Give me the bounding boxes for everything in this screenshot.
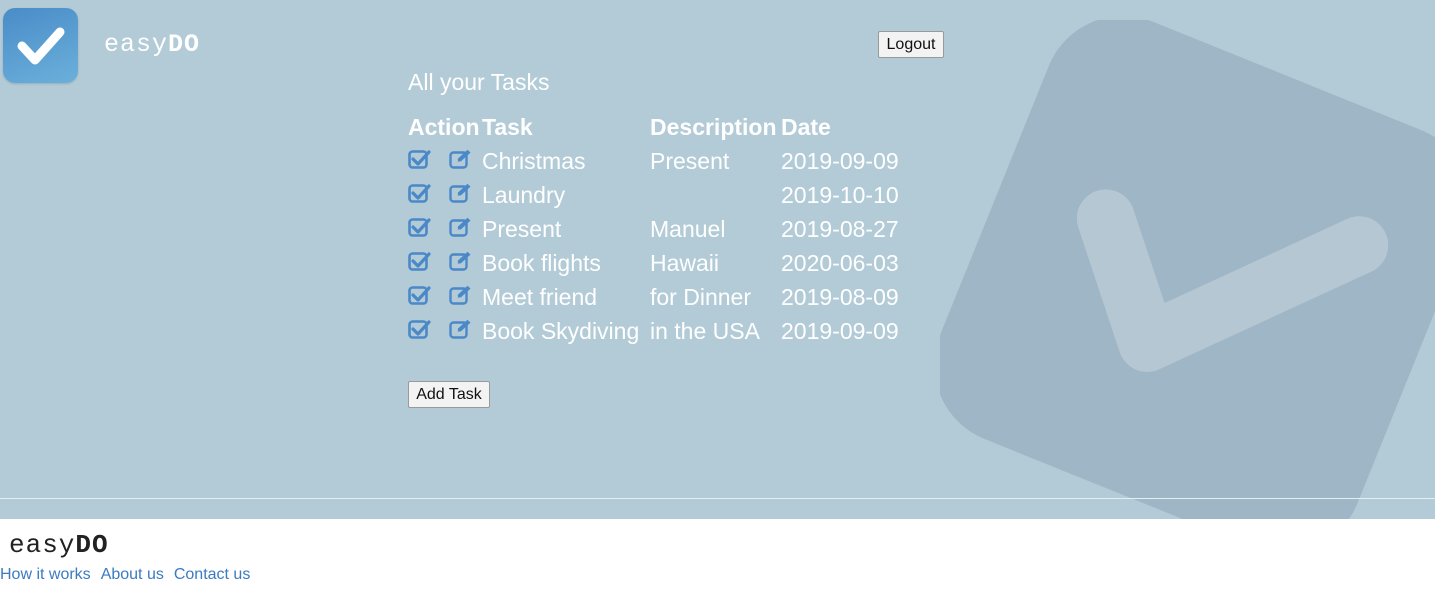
table-row: Christmas Present 2019-09-09	[408, 144, 899, 178]
page-title: All your Tasks	[408, 69, 550, 95]
footer-link-contact-us[interactable]: Contact us	[174, 566, 250, 583]
task-name: Book Skydiving	[482, 317, 640, 344]
action-cell	[408, 178, 482, 212]
table-header-row: Action Task Description Date	[408, 110, 899, 144]
column-header-date: Date	[781, 113, 831, 140]
table-row: Book flights Hawaii 2020-06-03	[408, 246, 899, 280]
task-name: Christmas	[482, 147, 586, 174]
column-header-action: Action	[408, 113, 480, 140]
footer-brand-light: easy	[9, 530, 76, 560]
table-row: Book Skydiving in the USA 2019-09-09	[408, 314, 899, 348]
footer-brand-bold: DO	[75, 530, 109, 560]
task-name: Laundry	[482, 181, 566, 208]
footer-link-about-us[interactable]: About us	[101, 566, 164, 583]
edit-icon[interactable]	[449, 148, 473, 175]
task-description	[650, 178, 781, 212]
edit-icon[interactable]	[449, 318, 473, 345]
task-description: Manuel	[650, 215, 726, 242]
hero-section: easyDO Logout All your Tasks Action Task…	[0, 0, 1435, 519]
task-description: Hawaii	[650, 249, 720, 276]
action-cell	[408, 314, 482, 348]
check-square-icon[interactable]	[408, 216, 431, 243]
task-date: 2019-09-09	[781, 317, 899, 344]
tasks-table-body: Christmas Present 2019-09-09 Laundry 2019-10…	[408, 144, 899, 348]
brand-name[interactable]: easyDO	[104, 30, 200, 59]
task-date: 2019-09-09	[781, 147, 899, 174]
task-date: 2020-06-03	[781, 249, 899, 276]
task-date: 2019-08-09	[781, 283, 899, 310]
brand-name-bold: DO	[168, 30, 201, 59]
edit-icon[interactable]	[449, 284, 473, 311]
background-check-icon	[940, 20, 1435, 519]
check-square-icon[interactable]	[408, 318, 431, 345]
action-cell	[408, 212, 482, 246]
footer-links: How it works About us Contact us	[0, 566, 260, 584]
task-name: Book flights	[482, 249, 601, 276]
logout-button[interactable]: Logout	[878, 31, 944, 58]
action-cell	[408, 144, 482, 178]
task-description: for Dinner	[650, 283, 751, 310]
hero-divider	[0, 498, 1435, 499]
check-square-icon[interactable]	[408, 284, 431, 311]
task-name: Present	[482, 215, 562, 242]
table-row: Meet friend for Dinner 2019-08-09	[408, 280, 899, 314]
task-date: 2019-08-27	[781, 215, 899, 242]
edit-icon[interactable]	[449, 250, 473, 277]
table-row: Present Manuel 2019-08-27	[408, 212, 899, 246]
check-square-icon[interactable]	[408, 148, 431, 175]
check-square-icon[interactable]	[408, 182, 431, 209]
tasks-table: Action Task Description Date Christmas Pr…	[408, 110, 899, 348]
check-square-icon[interactable]	[408, 250, 431, 277]
column-header-description: Description	[650, 113, 777, 140]
action-cell	[408, 246, 482, 280]
logo[interactable]	[3, 8, 78, 83]
action-cell	[408, 280, 482, 314]
task-description: in the USA	[650, 317, 760, 344]
table-row: Laundry 2019-10-10	[408, 178, 899, 212]
column-header-task: Task	[482, 113, 533, 140]
add-task-button[interactable]: Add Task	[408, 381, 490, 408]
edit-icon[interactable]	[449, 182, 473, 209]
task-date: 2019-10-10	[781, 181, 899, 208]
task-description: Present	[650, 147, 730, 174]
logo-check-icon	[17, 27, 65, 65]
footer-link-how-it-works[interactable]: How it works	[0, 566, 91, 583]
edit-icon[interactable]	[449, 216, 473, 243]
task-name: Meet friend	[482, 283, 598, 310]
footer-brand-name: easyDO	[9, 530, 109, 560]
brand-name-light: easy	[104, 30, 169, 59]
